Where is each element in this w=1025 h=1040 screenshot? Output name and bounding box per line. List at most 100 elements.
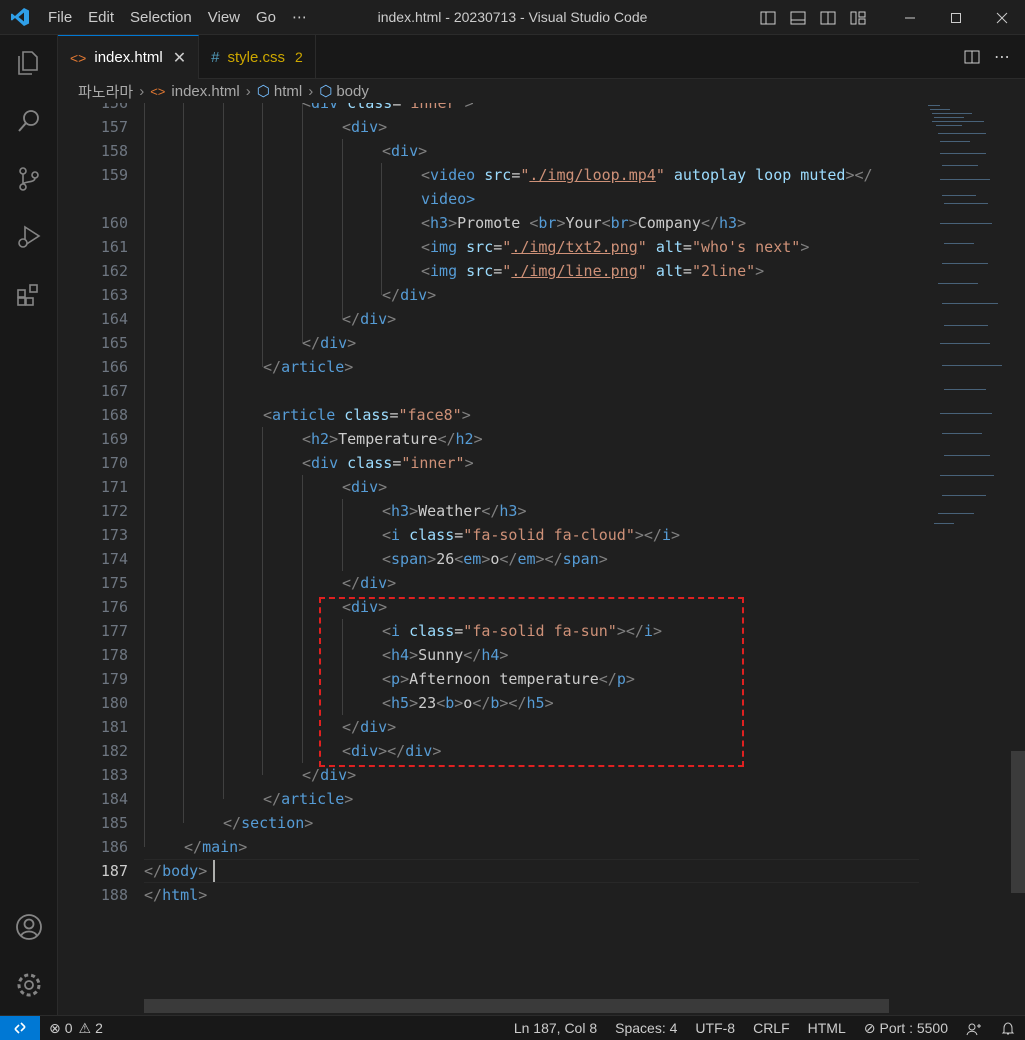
toggle-panel-icon[interactable] xyxy=(786,0,810,35)
code-line: <img src="./img/line.png" alt="2line"> xyxy=(421,262,765,280)
encoding[interactable]: UTF-8 xyxy=(686,1016,744,1040)
code-line: <div class="inner"> xyxy=(302,103,474,112)
close-tab-icon[interactable]: ✕ xyxy=(173,48,186,68)
horizontal-scrollbar[interactable] xyxy=(144,999,889,1013)
indent-guide xyxy=(342,139,343,319)
line-number: 177 xyxy=(100,622,128,640)
current-line-highlight xyxy=(144,859,919,883)
live-server-port[interactable]: ⊘ Port : 5500 xyxy=(855,1016,957,1040)
warning-count: 2 xyxy=(95,1019,103,1036)
breadcrumb-folder[interactable]: 파노라마 xyxy=(78,81,133,102)
accounts-feedback-icon[interactable] xyxy=(957,1016,991,1040)
explorer-icon[interactable] xyxy=(0,39,58,87)
extensions-icon[interactable] xyxy=(0,271,58,319)
code-line: <article class="face8"> xyxy=(263,406,471,424)
line-number: 165 xyxy=(100,334,128,352)
code-line: </body> xyxy=(144,862,208,880)
accounts-icon[interactable] xyxy=(0,903,58,951)
indent-guide xyxy=(342,499,343,571)
settings-gear-icon[interactable] xyxy=(0,961,58,1009)
notifications-bell-icon[interactable] xyxy=(991,1016,1025,1040)
line-number: 168 xyxy=(100,406,128,424)
remote-indicator-icon[interactable] xyxy=(0,1015,40,1040)
indent-guide xyxy=(183,103,184,823)
code-line: </div> xyxy=(302,334,357,352)
line-number: 171 xyxy=(100,478,128,496)
indentation[interactable]: Spaces: 4 xyxy=(606,1016,686,1040)
annotation-highlight-box xyxy=(319,597,744,767)
toggle-secondary-sidebar-icon[interactable] xyxy=(816,0,840,35)
html-icon: <> xyxy=(70,49,87,66)
line-number: 167 xyxy=(100,382,128,400)
vertical-scrollbar[interactable] xyxy=(1011,751,1025,893)
more-actions-icon[interactable]: ⋯ xyxy=(987,47,1017,67)
maximize-icon[interactable] xyxy=(933,0,979,35)
breadcrumb-body[interactable]: body xyxy=(336,83,369,100)
toggle-primary-sidebar-icon[interactable] xyxy=(756,0,780,35)
line-number: 188 xyxy=(100,886,128,904)
line-number: 162 xyxy=(100,262,128,280)
indent-guide xyxy=(144,103,145,847)
line-number: 160 xyxy=(100,214,128,232)
menu-edit[interactable]: Edit xyxy=(80,0,122,35)
port-label: Port : 5500 xyxy=(879,1020,949,1036)
line-number: 180 xyxy=(100,694,128,712)
breadcrumb-file[interactable]: index.html xyxy=(171,83,239,100)
indent-guide xyxy=(262,427,263,775)
customize-layout-icon[interactable] xyxy=(846,0,870,35)
run-debug-icon[interactable] xyxy=(0,213,58,261)
breadcrumb: 파노라마 › <> index.html › ⬡ html › ⬡ body xyxy=(58,79,1025,103)
menu-file[interactable]: File xyxy=(40,0,80,35)
line-number: 174 xyxy=(100,550,128,568)
symbol-icon: ⬡ xyxy=(256,83,270,100)
menu-selection[interactable]: Selection xyxy=(122,0,200,35)
close-window-icon[interactable] xyxy=(979,0,1025,35)
end-of-line[interactable]: CRLF xyxy=(744,1016,799,1040)
cursor-position[interactable]: Ln 187, Col 8 xyxy=(505,1016,606,1040)
menu-view[interactable]: View xyxy=(200,0,248,35)
activity-bar xyxy=(0,35,58,1015)
line-number: 164 xyxy=(100,310,128,328)
indent-guide xyxy=(262,103,263,367)
code-line: <i class="fa-solid fa-cloud"></i> xyxy=(382,526,681,544)
line-number: 166 xyxy=(100,358,128,376)
code-line: </div> xyxy=(342,574,397,592)
vscode-logo-icon xyxy=(0,0,40,35)
menu-more[interactable]: ⋯ xyxy=(284,0,315,35)
problems-count-badge: 2 xyxy=(295,49,303,65)
code-line: video> xyxy=(421,190,476,208)
line-number: 172 xyxy=(100,502,128,520)
error-icon: ⊗ xyxy=(49,1019,61,1036)
code-line: <h3>Promote <br>Your<br>Company</h3> xyxy=(421,214,747,232)
line-number: 173 xyxy=(100,526,128,544)
line-number: 182 xyxy=(100,742,128,760)
language-mode[interactable]: HTML xyxy=(799,1016,855,1040)
source-control-icon[interactable] xyxy=(0,155,58,203)
line-number: 175 xyxy=(100,574,128,592)
minimize-icon[interactable] xyxy=(887,0,933,35)
line-number: 183 xyxy=(100,766,128,784)
breadcrumb-html[interactable]: html xyxy=(274,83,302,100)
code-editor[interactable]: 156 157 158 159 160 161 162 163 164 165 … xyxy=(58,103,1025,1015)
tab-index-html[interactable]: <> index.html ✕ xyxy=(58,35,200,79)
split-editor-icon[interactable] xyxy=(957,49,987,65)
code-line: <h3>Weather</h3> xyxy=(382,502,527,520)
problems-status[interactable]: ⊗ 0 ⚠ 2 xyxy=(40,1016,112,1040)
line-number: 178 xyxy=(100,646,128,664)
indent-guide xyxy=(302,103,303,343)
code-line: <img src="./img/txt2.png" alt="who's nex… xyxy=(421,238,810,256)
line-number: 179 xyxy=(100,670,128,688)
css-icon: # xyxy=(211,48,220,66)
code-line: </article> xyxy=(263,790,354,808)
line-number: 156 xyxy=(100,103,128,112)
status-bar: ⊗ 0 ⚠ 2 Ln 187, Col 8 Spaces: 4 UTF-8 CR… xyxy=(0,1015,1025,1040)
code-line: <div class="inner"> xyxy=(302,454,474,472)
menu-go[interactable]: Go xyxy=(248,0,284,35)
editor-tabs: <> index.html ✕ # style.css 2 ⋯ xyxy=(58,35,1025,79)
line-number: 158 xyxy=(100,142,128,160)
code-line: </html> xyxy=(144,886,208,904)
search-icon[interactable] xyxy=(0,97,58,145)
indent-guide xyxy=(223,103,224,799)
minimap[interactable] xyxy=(924,103,1014,1015)
tab-style-css[interactable]: # style.css 2 xyxy=(199,35,316,79)
